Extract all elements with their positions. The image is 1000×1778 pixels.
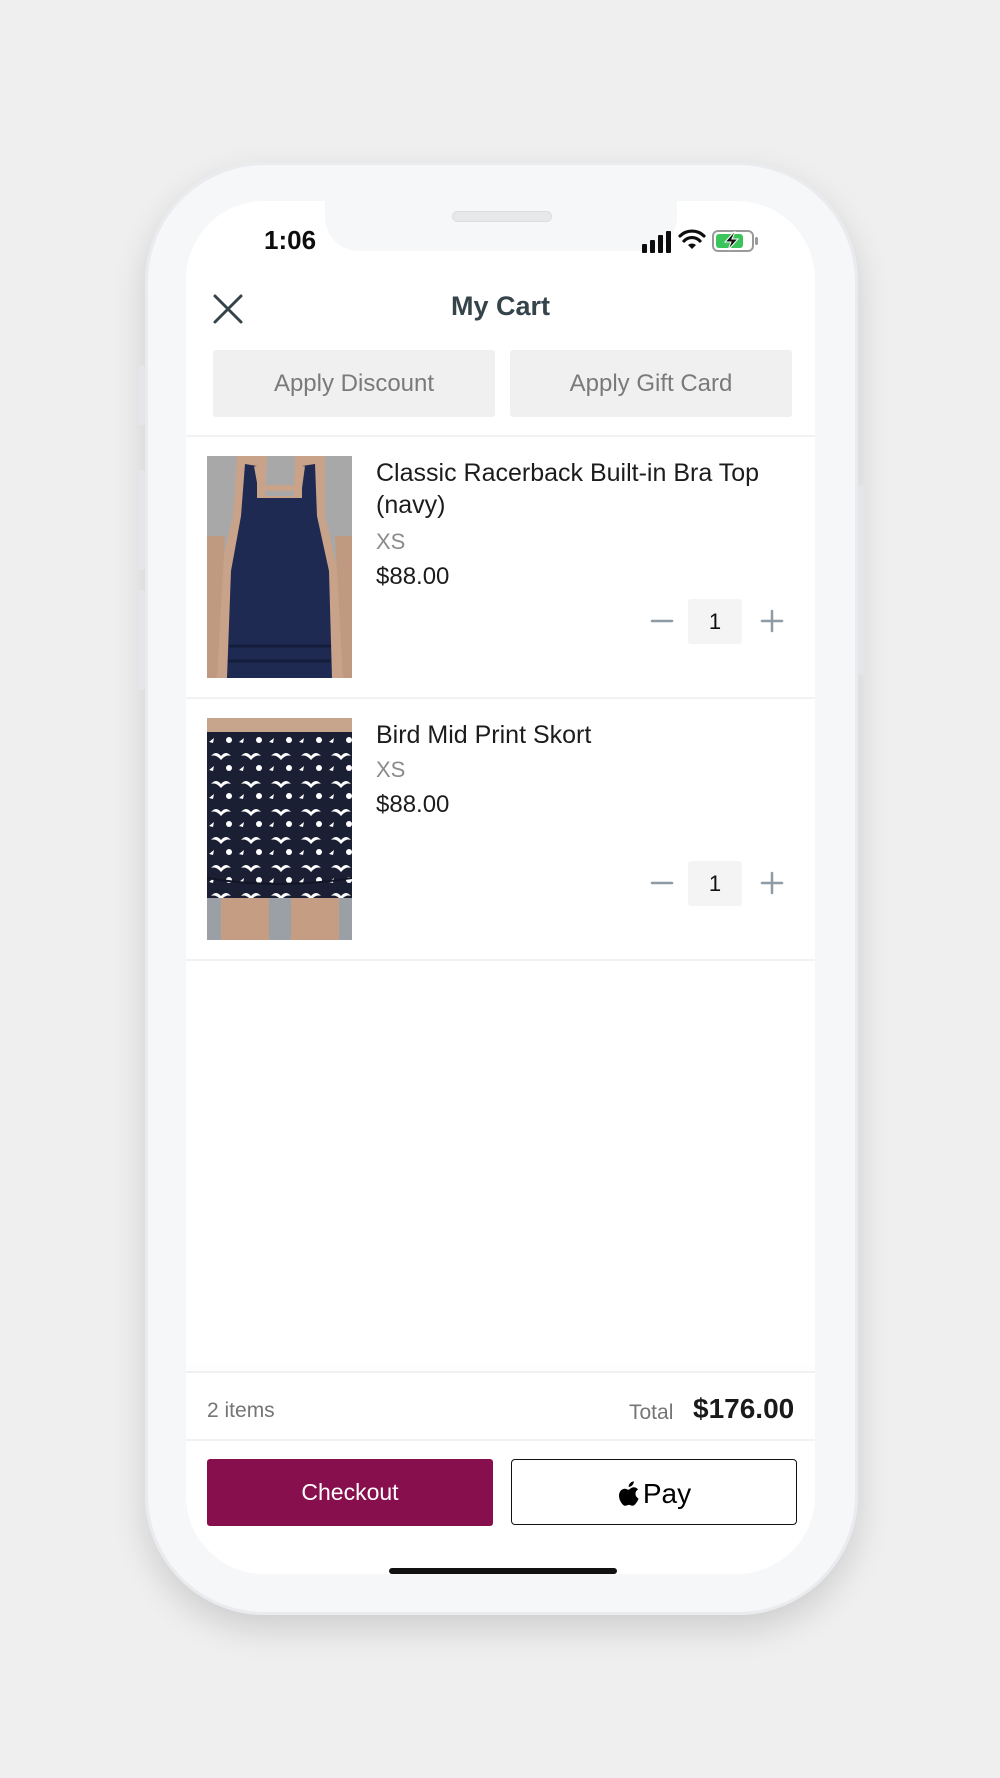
quantity-increase-button[interactable] <box>757 606 787 636</box>
quantity-increase-button[interactable] <box>757 868 787 898</box>
product-name[interactable]: Bird Mid Print Skort <box>376 719 786 751</box>
apple-icon <box>618 1481 639 1506</box>
divider <box>186 959 815 961</box>
quantity-decrease-button[interactable] <box>647 606 677 636</box>
divider <box>186 1439 815 1441</box>
product-image[interactable] <box>207 718 352 940</box>
quantity-value[interactable]: 1 <box>688 861 742 906</box>
product-name[interactable]: Classic Racerback Built-in Bra Top (navy… <box>376 457 786 521</box>
home-indicator <box>389 1568 617 1574</box>
product-price: $88.00 <box>376 563 450 590</box>
apple-pay-button[interactable]: Pay <box>511 1459 797 1525</box>
page-title: My Cart <box>450 291 551 321</box>
total-label: Total <box>629 1401 674 1424</box>
items-count: 2 items <box>207 1399 275 1422</box>
apply-gift-card-button[interactable]: Apply Gift Card <box>510 350 792 417</box>
speaker-grille <box>452 211 552 222</box>
footer-divider <box>186 1371 815 1373</box>
product-price: $88.00 <box>376 791 450 818</box>
phone-side-button <box>138 365 145 425</box>
product-image[interactable] <box>207 456 352 678</box>
plus-icon <box>760 871 784 895</box>
status-time: 1:06 <box>264 225 317 255</box>
apply-discount-button[interactable]: Apply Discount <box>213 350 495 417</box>
phone-side-button <box>138 470 145 570</box>
product-size: XS <box>376 529 406 554</box>
minus-icon <box>650 619 674 623</box>
product-size: XS <box>376 757 406 782</box>
phone-side-button <box>138 590 145 690</box>
phone-side-button <box>858 485 865 675</box>
minus-icon <box>650 881 674 885</box>
apple-pay-label: Pay <box>642 1477 692 1509</box>
quantity-decrease-button[interactable] <box>647 868 677 898</box>
battery-charging-icon <box>712 230 758 252</box>
wifi-icon <box>678 229 706 249</box>
cart-item: Bird Mid Print Skort XS $88.00 1 <box>186 699 815 959</box>
plus-icon <box>760 609 784 633</box>
app-screen: 1:06 My Cart Apply Discount Apply Gift C… <box>186 201 815 1574</box>
cart-item: Classic Racerback Built-in Bra Top (navy… <box>186 437 815 697</box>
checkout-button[interactable]: Checkout <box>207 1459 493 1526</box>
quantity-value[interactable]: 1 <box>688 599 742 644</box>
notch <box>325 201 677 251</box>
total-value: $176.00 <box>693 1393 795 1424</box>
